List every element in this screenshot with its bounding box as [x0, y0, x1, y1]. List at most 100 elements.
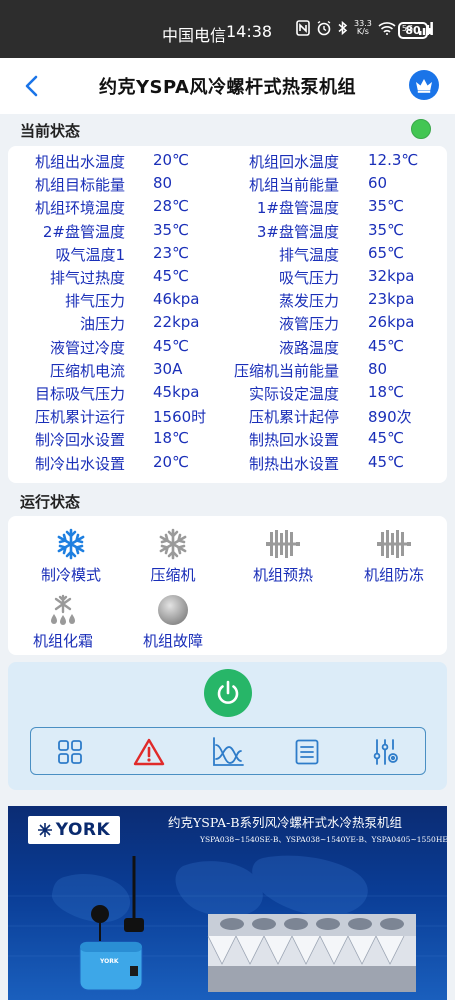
- run-item-compressor: 压缩机: [123, 526, 223, 585]
- heater-coil-icon: [266, 530, 300, 558]
- param-value: 23kpa: [368, 290, 415, 309]
- document-list-icon: [295, 739, 319, 765]
- run-item-defrost: 机组化霜: [13, 592, 113, 651]
- param-value: 32kpa: [368, 267, 415, 285]
- param-value: 65℃: [368, 243, 404, 262]
- param-label: 蒸发压力: [278, 292, 339, 311]
- clock-time: 14:38: [226, 22, 273, 41]
- param-value: 18℃: [368, 383, 404, 401]
- run-item-preheat: 机组预热: [233, 526, 333, 585]
- alarm-clock-icon: [317, 20, 331, 36]
- param-value: 30A: [153, 359, 183, 378]
- param-label: 油压力: [79, 315, 125, 334]
- defrost-icon: [51, 594, 75, 625]
- param-label: 3#盘管温度: [256, 222, 339, 241]
- param-value: 45℃: [153, 336, 189, 355]
- param-label: 1#盘管温度: [256, 199, 339, 218]
- alarm-button[interactable]: [132, 736, 166, 768]
- power-button[interactable]: [204, 669, 252, 717]
- vip-crown-button[interactable]: [409, 70, 439, 100]
- online-status-indicator: [411, 119, 431, 139]
- product-banner[interactable]: YORK 约克YSPA-B系列风冷螺杆式水冷热泵机组 YSPA038~1540S…: [8, 806, 447, 1000]
- param-label: 2#盘管温度: [42, 222, 125, 241]
- param-label: 吸气压力: [278, 269, 339, 287]
- param-label: 制冷出水设置: [34, 454, 125, 473]
- grid-icon: [58, 740, 82, 764]
- param-label: 制热回水设置: [248, 431, 339, 450]
- records-button[interactable]: [290, 736, 324, 768]
- param-label: 压机累计起停: [248, 408, 339, 427]
- curve-chart-button[interactable]: [211, 736, 245, 768]
- param-value: 22kpa: [153, 313, 200, 332]
- param-value: 35℃: [153, 220, 189, 239]
- param-label: 实际设定温度: [248, 385, 339, 403]
- run-status-card: 制冷模式 压缩机 机组预热 机组防冻 机组化霜 机组故障: [8, 516, 447, 655]
- fault-indicator-icon: [158, 595, 188, 625]
- settings-sliders-icon: [373, 739, 398, 765]
- banner-title: 约克YSPA-B系列风冷螺杆式水冷热泵机组: [168, 815, 403, 830]
- param-label: 机组回水温度: [248, 153, 339, 171]
- function-toolbar: [30, 727, 426, 775]
- param-label: 压缩机电流: [49, 361, 125, 380]
- run-item-fault: 机组故障: [123, 592, 223, 651]
- param-label: 机组目标能量: [34, 176, 125, 195]
- param-value: 890次: [368, 408, 412, 427]
- param-value: 80: [153, 174, 173, 193]
- param-value: 23℃: [153, 243, 189, 262]
- param-label: 排气过热度: [49, 269, 125, 287]
- param-value: 20℃: [153, 151, 189, 169]
- bluetooth-icon: [338, 20, 348, 36]
- current-status-title: 当前状态: [20, 122, 81, 140]
- curve-chart-icon: [213, 737, 244, 766]
- app-header: 约克YSPA风冷螺杆式热泵机组: [0, 58, 455, 114]
- param-value: 80: [368, 359, 388, 378]
- param-value: 35℃: [368, 220, 404, 239]
- param-value: 45℃: [368, 429, 404, 448]
- heater-coil-icon: [377, 530, 411, 558]
- system-status-bar: 中国电信 14:38 33.3 K/s 5G 80: [0, 0, 455, 58]
- param-value: 26kpa: [368, 313, 415, 332]
- run-item-cooling-mode: 制冷模式: [21, 526, 121, 585]
- banner-model-list: YSPA038~1540SE-B、YSPA038~1540YE-B、YSPA04…: [200, 835, 447, 844]
- param-label: 排气温度: [278, 245, 339, 264]
- param-value: 60: [368, 174, 388, 193]
- run-item-antifreeze: 机组防冻: [344, 526, 444, 585]
- param-label: 机组环境温度: [34, 199, 125, 218]
- param-value: 35℃: [368, 197, 404, 216]
- page-title: 约克YSPA风冷螺杆式热泵机组: [99, 77, 356, 98]
- alarm-warning-icon: [133, 738, 165, 766]
- param-label: 压机累计运行: [34, 408, 125, 427]
- param-label: 液管过冷度: [49, 338, 125, 357]
- param-value: 45kpa: [153, 383, 200, 401]
- overview-grid-button[interactable]: [53, 736, 87, 768]
- chiller-unit-image: [207, 914, 416, 992]
- param-label: 机组当前能量: [248, 176, 339, 195]
- param-label: 机组出水温度: [34, 153, 125, 171]
- param-value: 18℃: [153, 429, 189, 448]
- param-label: 液路温度: [278, 338, 339, 357]
- crown-icon: [416, 79, 432, 93]
- param-value: 45℃: [368, 336, 404, 355]
- param-value: 1560时: [153, 408, 207, 427]
- york-snowflake-logo-icon: [37, 823, 52, 837]
- param-label: 目标吸气压力: [34, 385, 125, 403]
- param-value: 12.3℃: [368, 151, 419, 169]
- param-label: 排气压力: [64, 292, 125, 311]
- param-value: 28℃: [153, 197, 189, 216]
- york-logo: YORK: [28, 816, 120, 844]
- power-icon: [217, 680, 239, 704]
- device-label: YORK: [100, 958, 119, 965]
- network-speed: 33.3 K/s: [354, 19, 372, 36]
- param-label: 液管压力: [278, 315, 339, 334]
- param-value: 20℃: [153, 452, 189, 471]
- param-value: 46kpa: [153, 290, 200, 309]
- settings-button[interactable]: [369, 736, 403, 768]
- run-status-title: 运行状态: [20, 493, 81, 511]
- battery-indicator: 80: [398, 22, 431, 39]
- nfc-icon: [296, 20, 310, 36]
- param-value: 45℃: [153, 267, 189, 285]
- wifi-icon: [378, 22, 396, 35]
- param-label: 制冷回水设置: [34, 431, 125, 450]
- snowflake-icon: [159, 528, 187, 560]
- param-label: 压缩机当前能量: [233, 361, 339, 380]
